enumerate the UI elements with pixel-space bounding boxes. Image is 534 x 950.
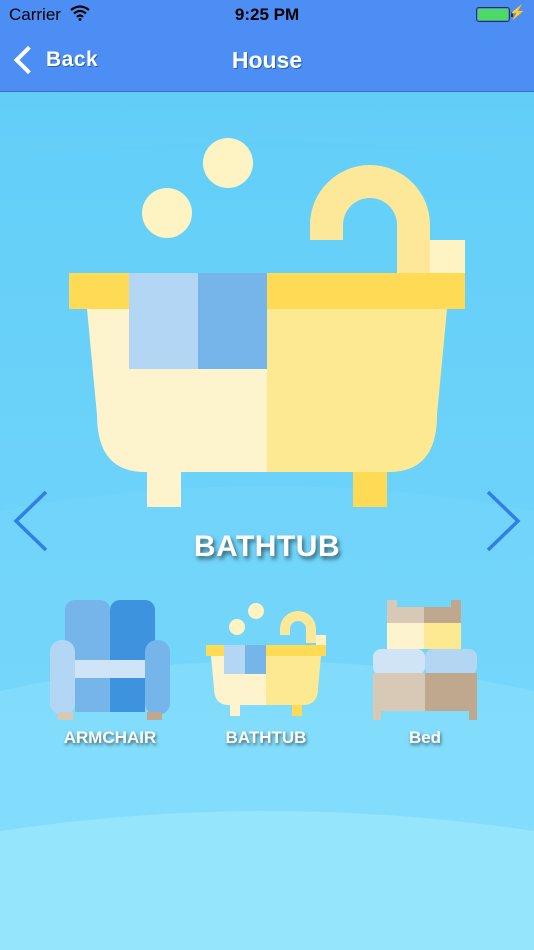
bathtub-icon xyxy=(69,138,465,507)
screen: Carrier 9:25 PM ⚡ Back House BATHTUB ARM… xyxy=(0,0,534,950)
selected-item-name: BATHTUB xyxy=(193,530,341,563)
clock: 9:25 PM xyxy=(234,5,300,24)
bathtub-icon xyxy=(206,603,326,716)
charging-icon: ⚡ xyxy=(508,4,526,20)
battery-icon xyxy=(476,7,513,22)
page-title: House xyxy=(231,47,303,73)
navigation-bar: Back House xyxy=(0,30,534,92)
armchair-icon xyxy=(50,600,170,720)
thumbnail-label: Bed xyxy=(408,728,442,747)
thumbnail-label: BATHTUB xyxy=(225,728,307,747)
thumbnail-label: ARMCHAIR xyxy=(63,728,157,747)
bed-icon xyxy=(373,600,477,720)
thumbnail-bed[interactable]: Bed xyxy=(355,595,495,755)
thumbnail-armchair[interactable]: ARMCHAIR xyxy=(40,595,180,755)
thumbnail-bathtub[interactable]: BATHTUB xyxy=(196,595,336,755)
status-bar: Carrier 9:25 PM ⚡ xyxy=(0,0,534,30)
